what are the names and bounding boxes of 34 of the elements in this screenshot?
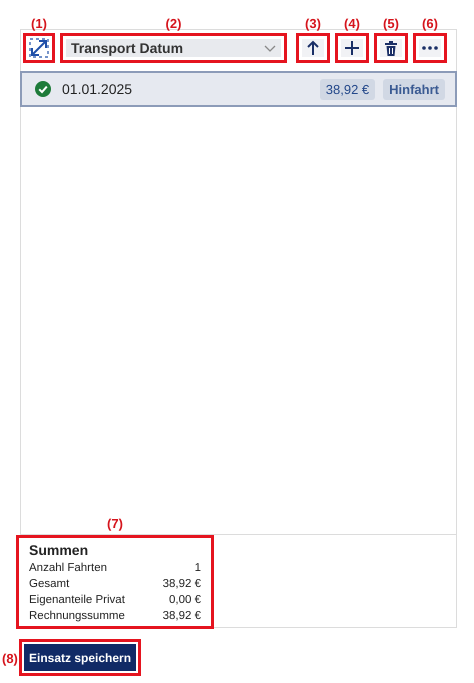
callout-label: (4) [343, 16, 361, 31]
summary-label: Rechnungssumme [29, 609, 125, 624]
add-button[interactable] [341, 39, 363, 57]
delete-button[interactable] [380, 39, 402, 57]
summary-value: 0,00 € [169, 593, 201, 608]
summary-value: 38,92 € [162, 609, 201, 624]
sort-dropdown[interactable]: Transport Datum [66, 39, 281, 57]
expand-icon [29, 38, 49, 58]
trash-icon [384, 40, 398, 56]
sort-up-button[interactable] [302, 39, 324, 57]
arrow-up-icon [305, 40, 321, 56]
callout-label: (2) [164, 16, 182, 31]
summary-value: 38,92 € [162, 577, 201, 592]
save-button[interactable]: Einsatz speichern [24, 644, 136, 671]
summary-label: Anzahl Fahrten [29, 561, 107, 576]
summary-label: Eigenanteile Privat [29, 593, 125, 608]
expand-button[interactable] [29, 38, 49, 58]
callout-label: (8) [2, 651, 18, 666]
callout-label: (7) [106, 516, 124, 531]
amount-badge: 38,92 € [320, 78, 376, 100]
callout-label: (5) [382, 16, 400, 31]
callout-label: (3) [304, 16, 322, 31]
more-button[interactable] [419, 39, 441, 57]
summary-label: Gesamt [29, 577, 70, 592]
entry-date: 01.01.2025 [62, 81, 132, 97]
summary-title: Summen [29, 542, 90, 558]
plus-icon [344, 40, 360, 56]
summary-value: 1 [194, 561, 201, 576]
direction-tag: Hinfahrt [383, 78, 445, 100]
callout-label: (1) [30, 16, 48, 31]
entry-row[interactable]: 01.01.2025 38,92 € Hinfahrt [20, 71, 457, 107]
more-icon [422, 46, 438, 50]
callout-label: (6) [421, 16, 439, 31]
chevron-icon [264, 44, 276, 52]
